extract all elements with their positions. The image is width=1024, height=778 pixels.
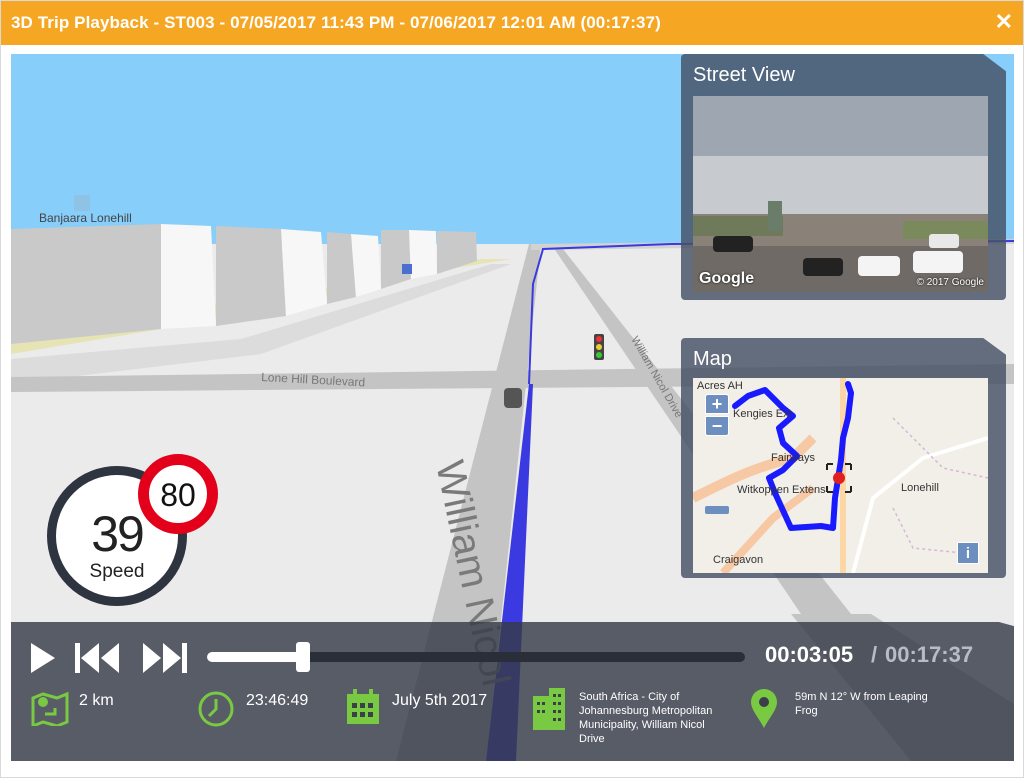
playback-controls: 00:03:05 / 00:17:37 2 km 23:46:49 July 5… xyxy=(11,622,1014,761)
skip-back-icon[interactable] xyxy=(73,641,123,675)
title-bar: 3D Trip Playback - ST003 - 07/05/2017 11… xyxy=(1,1,1023,45)
speed-limit-sign: 80 xyxy=(138,454,218,534)
speed-label: Speed xyxy=(89,561,145,582)
zoom-in-button[interactable]: + xyxy=(705,394,729,414)
calendar-icon xyxy=(347,689,379,724)
map-label-witkoppen: Witkoppen Extens xyxy=(737,484,826,496)
distance-map-icon xyxy=(31,691,69,726)
progress-bar[interactable] xyxy=(207,642,745,672)
map-scale-bar xyxy=(705,506,729,514)
map-label-kengies: Kengies Ext xyxy=(733,408,792,420)
skip-forward-icon[interactable] xyxy=(139,641,189,675)
distance-value: 2 km xyxy=(79,692,114,709)
map-panel: Map Acres AH Kengies Ext Fairways Witkop… xyxy=(681,338,1006,578)
progress-fill xyxy=(207,652,303,662)
total-time: 00:17:37 xyxy=(885,642,974,667)
street-view-copyright: © 2017 Google xyxy=(916,277,984,288)
map-info-button[interactable]: i xyxy=(957,542,979,564)
clock-value: 23:46:49 xyxy=(246,692,309,709)
street-view-title: Street View xyxy=(693,64,795,86)
time-separator: / xyxy=(871,642,878,667)
map-label-acres: Acres AH xyxy=(697,380,743,392)
speed-limit-value: 80 xyxy=(160,477,196,513)
nearby-text: 59m N 12° W from Leaping Frog xyxy=(795,691,928,717)
google-logo: Google xyxy=(699,270,755,287)
progress-handle[interactable] xyxy=(295,642,310,672)
close-icon[interactable]: ✕ xyxy=(995,10,1013,34)
map-label-fairways: Fairways xyxy=(771,452,816,464)
date-value: July 5th 2017 xyxy=(392,692,488,709)
zoom-out-button[interactable]: − xyxy=(705,416,729,436)
map-label-lonehill: Lonehill xyxy=(901,482,939,494)
clock-icon xyxy=(198,691,234,727)
street-view-panel: Street View Google © 2017 Google xyxy=(681,54,1006,300)
trip-playback-window: 3D Trip Playback - ST003 - 07/05/2017 11… xyxy=(0,0,1024,778)
location-text: South Africa - City of Johannesburg Metr… xyxy=(579,691,713,745)
window-title: 3D Trip Playback - ST003 - 07/05/2017 11… xyxy=(11,13,661,32)
map-title: Map xyxy=(693,348,732,370)
map-label-craigavon: Craigavon xyxy=(713,554,764,566)
current-time: 00:03:05 xyxy=(765,642,854,667)
building-icon xyxy=(533,688,565,730)
poi-label: Banjaara Lonehill xyxy=(39,211,132,225)
street-view-image[interactable]: Google © 2017 Google xyxy=(693,96,988,292)
mini-map[interactable]: Acres AH Kengies Ext Fairways Witkoppen … xyxy=(693,378,988,573)
play-icon[interactable] xyxy=(29,641,57,675)
location-pin-icon xyxy=(751,689,777,728)
